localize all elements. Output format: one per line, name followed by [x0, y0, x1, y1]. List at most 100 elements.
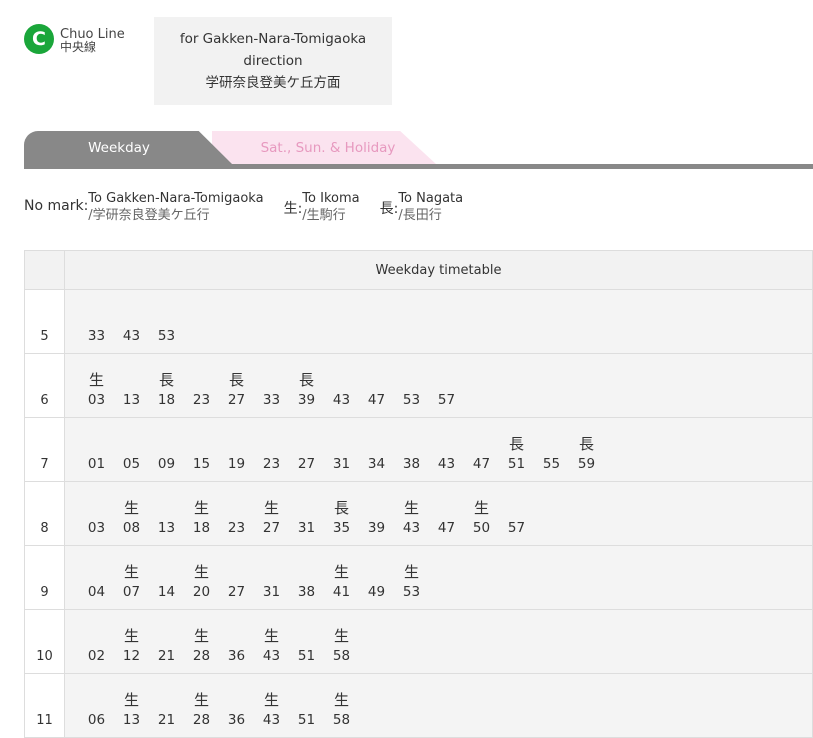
destination-mark: 生: [193, 563, 209, 581]
departure-minute: 51: [507, 456, 526, 472]
departure: 長 35: [324, 497, 359, 537]
departure-minute: 57: [507, 520, 526, 536]
departure: 49: [359, 561, 394, 601]
legend-destination-ja: /学研奈良登美ケ丘行: [88, 208, 210, 223]
departure-minute: 13: [122, 392, 141, 408]
minutes-cell: 06 生 13 21 生 28 36 生 43 51 生 58: [64, 673, 813, 738]
departure-minute: 08: [122, 520, 141, 536]
departure-minute: 15: [192, 456, 211, 472]
destination-mark: [499, 497, 534, 519]
departure: 生 58: [324, 625, 359, 665]
departure: 長 51: [499, 433, 534, 473]
departure: 生 43: [394, 497, 429, 537]
departure: 38: [289, 561, 324, 601]
table-row: 10 02 生 12 21 生 28 36 生 43 51 生 58: [24, 609, 813, 674]
departure-minute: 39: [367, 520, 386, 536]
departure-minute: 31: [332, 456, 351, 472]
destination-mark: 生: [123, 499, 139, 517]
legend-destination-en: To Gakken-Nara-Tomigaoka: [88, 191, 264, 206]
destination-mark: 生: [123, 563, 139, 581]
destination-mark: [219, 689, 254, 711]
departure: 53: [149, 305, 184, 345]
departure: 生 08: [114, 497, 149, 537]
tab-holiday[interactable]: Sat., Sun. & Holiday: [212, 131, 436, 164]
departure: 長 27: [219, 369, 254, 409]
departure-minute: 38: [402, 456, 421, 472]
destination-mark: [289, 433, 324, 455]
departure: 23: [184, 369, 219, 409]
direction-line-1: for Gakken-Nara-Tomigaoka: [179, 31, 367, 47]
destination-mark: [114, 305, 149, 327]
destination-mark: [149, 561, 184, 583]
departure-minute: 13: [122, 712, 141, 728]
departure: 43: [324, 369, 359, 409]
table-row: 9 04 生 07 14 生 20 27 31 38 生 41 49 生 53: [24, 545, 813, 610]
hour-cell: 7: [24, 417, 65, 482]
departure: 生 41: [324, 561, 359, 601]
destination-mark: [114, 433, 149, 455]
hour-cell: 6: [24, 353, 65, 418]
departure-minute: 57: [437, 392, 456, 408]
legend-mark: 長:: [379, 201, 399, 217]
table-row: 6 生 03 13 長 18 23 長 27 33 長 39 43 47 53 57: [24, 353, 813, 418]
departure-minute: 43: [262, 712, 281, 728]
departure: 27: [219, 561, 254, 601]
departure-minute: 51: [297, 712, 316, 728]
departure: 13: [149, 497, 184, 537]
destination-mark: 長: [228, 371, 244, 389]
destination-mark: [324, 369, 359, 391]
departure: 01: [79, 433, 114, 473]
departure-minute: 47: [437, 520, 456, 536]
departure: 05: [114, 433, 149, 473]
destination-mark: [324, 433, 359, 455]
destination-mark: [289, 625, 324, 647]
minutes-cell: 04 生 07 14 生 20 27 31 38 生 41 49 生 53: [64, 545, 813, 610]
departure-minute: 51: [297, 648, 316, 664]
destination-mark: [359, 561, 394, 583]
destination-mark: [429, 497, 464, 519]
departure-minute: 23: [262, 456, 281, 472]
departure-minute: 33: [262, 392, 281, 408]
departure: 生 27: [254, 497, 289, 537]
departure-minute: 36: [227, 712, 246, 728]
departure: 33: [254, 369, 289, 409]
departure-minute: 53: [402, 584, 421, 600]
legend-item-ikoma: 生: To Ikoma /生駒行: [284, 190, 360, 224]
departure: 38: [394, 433, 429, 473]
destination-mark: 生: [88, 371, 104, 389]
departure-minute: 18: [192, 520, 211, 536]
table-row: 7 01 05 09 15 19 23 27 31 34 38 43 47 長 51 55 長 59: [24, 417, 813, 482]
line-name-ja: 中央線: [60, 40, 97, 54]
departure: 33: [79, 305, 114, 345]
destination-mark: 生: [193, 499, 209, 517]
departure: 生 28: [184, 625, 219, 665]
destination-mark: 長: [578, 435, 594, 453]
destination-mark: [394, 433, 429, 455]
destination-mark: [79, 433, 114, 455]
departure-minute: 03: [87, 520, 106, 536]
minutes-cell: 02 生 12 21 生 28 36 生 43 51 生 58: [64, 609, 813, 674]
minutes-cell: 生 03 13 長 18 23 長 27 33 長 39 43 47 53 57: [64, 353, 813, 418]
destination-mark: [219, 625, 254, 647]
tab-weekday[interactable]: Weekday: [24, 131, 232, 164]
departure-minute: 03: [87, 392, 106, 408]
departure-minute: 02: [87, 648, 106, 664]
destination-mark: 長: [508, 435, 524, 453]
minutes-cell: 01 05 09 15 19 23 27 31 34 38 43 47 長 51 55 長 59: [64, 417, 813, 482]
destination-mark: [149, 689, 184, 711]
departure-minute: 58: [332, 712, 351, 728]
tab-underline: [24, 164, 813, 169]
minutes-cell: 33 43 53: [64, 289, 813, 354]
departure: 43: [429, 433, 464, 473]
departure-minute: 43: [437, 456, 456, 472]
timetable: Weekday timetable 5 33 43 53 6 生 03 13 長 18 23 長 27 3…: [24, 250, 813, 738]
destination-mark: 生: [403, 499, 419, 517]
hour-cell: 11: [24, 673, 65, 738]
departure: 生 13: [114, 689, 149, 729]
timetable-corner: [24, 250, 65, 290]
departure-minute: 41: [332, 584, 351, 600]
departure-minute: 06: [87, 712, 106, 728]
legend-destination-en: To Nagata: [398, 191, 464, 206]
departure: 36: [219, 625, 254, 665]
destination-mark: [79, 561, 114, 583]
